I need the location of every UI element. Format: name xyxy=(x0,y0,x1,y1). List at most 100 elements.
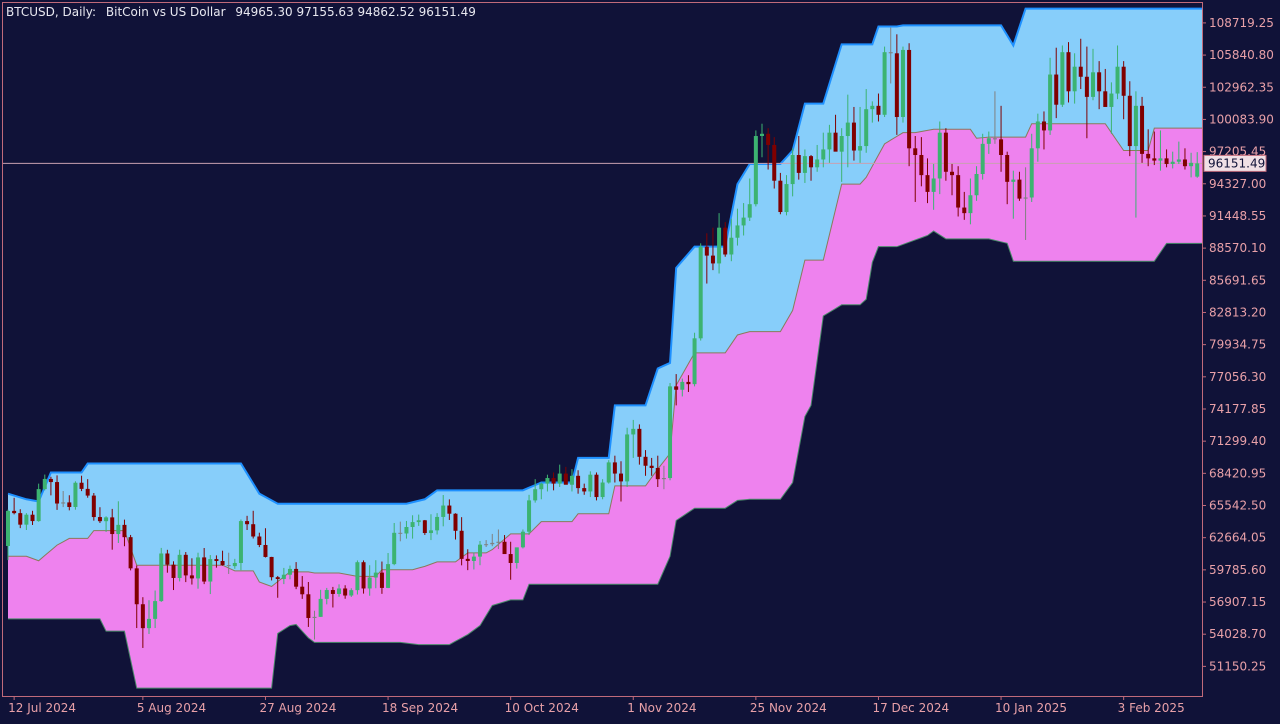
candle-body xyxy=(992,138,997,140)
candle[interactable] xyxy=(527,494,532,536)
candle-body xyxy=(110,517,115,535)
candle[interactable] xyxy=(698,243,703,341)
ohlc-label: 94965.30 97155.63 94862.52 96151.49 xyxy=(235,5,475,19)
candle[interactable] xyxy=(159,547,164,602)
candle-body xyxy=(686,381,691,385)
candle-body xyxy=(367,577,372,589)
candle-body xyxy=(116,524,121,535)
candle-body xyxy=(894,53,899,118)
candle[interactable] xyxy=(520,529,525,549)
candle-body xyxy=(287,568,292,575)
candle-body xyxy=(729,237,734,255)
candle-body xyxy=(104,517,109,522)
candle[interactable] xyxy=(594,472,599,501)
candle-body xyxy=(986,138,991,144)
candle-body xyxy=(85,488,90,496)
candle-body xyxy=(245,521,250,525)
candle-body xyxy=(612,462,617,474)
candle-body xyxy=(637,428,642,457)
candle-body xyxy=(1091,72,1096,97)
candle-body xyxy=(1023,197,1028,199)
candle[interactable] xyxy=(753,130,758,207)
y-tick-label: 59785.60 xyxy=(1209,563,1266,577)
x-tick-label: 3 Feb 2025 xyxy=(1118,701,1185,715)
candle-body xyxy=(1140,105,1145,154)
candle-body xyxy=(772,144,777,181)
price-axis[interactable]: 108719.25105840.80102962.35100083.909720… xyxy=(1202,16,1274,673)
candle-body xyxy=(146,618,151,629)
candle[interactable] xyxy=(73,481,78,510)
candle-body xyxy=(784,184,789,213)
candle[interactable] xyxy=(128,534,133,571)
candle-body xyxy=(753,136,758,205)
candle-body xyxy=(183,554,188,576)
candle-body xyxy=(1158,158,1163,161)
price-chart[interactable]: BTCUSD, Daily: BitCoin vs US Dollar 9496… xyxy=(0,0,1280,720)
candle[interactable] xyxy=(625,427,630,487)
candle[interactable] xyxy=(882,46,887,118)
candle[interactable] xyxy=(355,560,360,595)
candle-body xyxy=(398,532,403,534)
candle-body xyxy=(465,558,470,561)
candle-body xyxy=(1146,153,1151,159)
y-tick-label: 88570.10 xyxy=(1209,241,1266,255)
candle[interactable] xyxy=(907,43,912,167)
candle[interactable] xyxy=(422,519,427,535)
candle-body xyxy=(238,521,243,563)
y-tick-label: 79934.75 xyxy=(1209,338,1266,352)
x-tick-label: 27 Aug 2024 xyxy=(259,701,336,715)
candle-body xyxy=(888,52,893,54)
candle-body xyxy=(1121,66,1126,96)
candle-body xyxy=(140,604,145,629)
candle[interactable] xyxy=(900,46,905,123)
y-tick-label: 62664.05 xyxy=(1209,531,1266,545)
y-tick-label: 54028.70 xyxy=(1209,627,1266,641)
y-tick-label: 56907.15 xyxy=(1209,595,1266,609)
candle-body xyxy=(619,473,623,482)
candle-body xyxy=(557,473,562,484)
candle[interactable] xyxy=(692,332,697,387)
y-tick-label: 77056.30 xyxy=(1209,370,1266,384)
candle-body xyxy=(1152,158,1157,161)
candle-body xyxy=(851,122,856,151)
y-tick-label: 74177.85 xyxy=(1209,402,1266,416)
candle[interactable] xyxy=(238,519,243,571)
candle-body xyxy=(913,148,918,156)
candle-body xyxy=(563,473,568,485)
candle-body xyxy=(864,109,869,147)
candle-body xyxy=(661,478,666,480)
candle-body xyxy=(625,434,630,482)
candle-body xyxy=(441,505,446,517)
candle[interactable] xyxy=(1060,45,1065,107)
candle-body xyxy=(379,572,384,588)
candle-body xyxy=(735,225,740,238)
candle-body xyxy=(153,601,158,619)
candle-body xyxy=(300,586,305,595)
candle-body xyxy=(766,133,771,145)
candle-body xyxy=(569,475,574,485)
chart-window[interactable]: BTCUSD, Daily: BitCoin vs US Dollar 9496… xyxy=(0,0,1280,720)
candle-body xyxy=(1054,74,1059,105)
candle-body xyxy=(925,175,930,192)
candle[interactable] xyxy=(606,460,611,484)
y-tick-label: 68420.95 xyxy=(1209,466,1266,480)
candle-body xyxy=(171,564,176,578)
candle-body xyxy=(36,489,41,522)
x-tick-label: 5 Aug 2024 xyxy=(137,701,206,715)
candle-body xyxy=(643,456,648,466)
candle-body xyxy=(527,500,532,532)
candle[interactable] xyxy=(1140,96,1145,163)
candle-body xyxy=(435,516,440,531)
y-tick-label: 108719.25 xyxy=(1209,16,1274,30)
candle[interactable] xyxy=(269,556,274,581)
candle[interactable] xyxy=(91,493,96,521)
candle-body xyxy=(1066,52,1071,92)
chart-title: BTCUSD, Daily: BitCoin vs US Dollar 9496… xyxy=(6,5,476,19)
candle-body xyxy=(1164,158,1169,164)
last-price-tag-label: 96151.49 xyxy=(1208,156,1265,170)
candle-body xyxy=(576,475,581,489)
y-tick-label: 51150.25 xyxy=(1209,659,1266,673)
candle[interactable] xyxy=(36,483,41,522)
candle-body xyxy=(263,544,268,557)
candle[interactable] xyxy=(668,383,673,481)
